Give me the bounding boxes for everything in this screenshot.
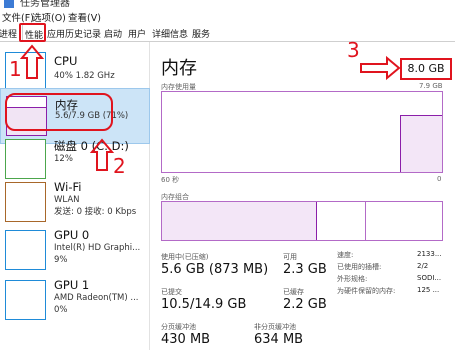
arrow-up-icon (89, 138, 115, 171)
annotation-overlay (19, 44, 401, 171)
annotation-number-3: 3 (347, 38, 360, 62)
arrow-up-icon (19, 44, 45, 79)
annotation-number-1: 1 (9, 57, 22, 81)
annotation-number-2: 2 (113, 154, 126, 178)
arrow-right-icon (360, 55, 401, 81)
